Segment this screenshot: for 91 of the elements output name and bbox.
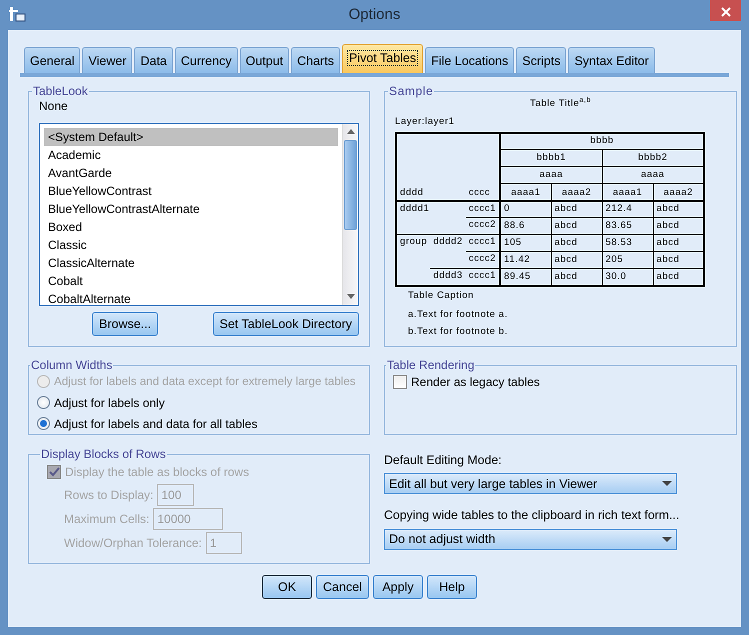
table-caption: Table Caption	[408, 288, 475, 302]
row-header: cccc1	[466, 234, 500, 252]
option-label: Render as legacy tables	[411, 374, 540, 391]
row-header: cccc2	[466, 252, 500, 268]
radio-button[interactable]	[37, 396, 50, 409]
list-item[interactable]: CobaltAlternate	[44, 290, 338, 308]
group-title: Table Rendering	[386, 359, 476, 371]
row-header: cccc1	[466, 268, 500, 286]
tab[interactable]: Data	[134, 47, 173, 73]
dimension-label: dddd	[396, 184, 466, 200]
column-header: bbbb1	[500, 150, 602, 166]
radio-button[interactable]	[37, 417, 50, 430]
group-title: Column Widths	[30, 359, 114, 371]
checkbox[interactable]	[393, 375, 407, 389]
group-title: TableLook	[32, 85, 89, 97]
list-item[interactable]: Boxed	[44, 218, 338, 236]
list-item[interactable]: ClassicAlternate	[44, 254, 338, 272]
row-header: dddd1	[396, 200, 466, 234]
tab[interactable]: Pivot Tables	[342, 44, 424, 73]
field-label: Rows to Display:	[64, 486, 154, 504]
table-cell: 0	[500, 200, 552, 218]
app-icon	[9, 6, 26, 22]
window-title: Options	[348, 4, 400, 25]
table-cell: abcd	[551, 218, 602, 234]
tab[interactable]: Currency	[174, 47, 238, 73]
table-cell: 58.53	[602, 234, 654, 252]
layer-label: Layer:layer1	[395, 115, 456, 130]
tab[interactable]: File Locations	[425, 47, 514, 73]
scroll-up-icon[interactable]	[346, 129, 354, 134]
caret-icon	[662, 536, 672, 542]
list-item[interactable]: Academic	[44, 146, 338, 164]
field-label: Copying wide tables to the clipboard in rich text form...	[384, 507, 680, 524]
table-cell: 105	[500, 234, 552, 252]
button[interactable]: Cancel	[316, 575, 369, 599]
row-header: cccc1	[466, 200, 500, 218]
dimension-label: cccc	[466, 184, 500, 200]
footnote: b.Text for footnote b.	[408, 325, 509, 339]
button[interactable]: Browse...	[92, 312, 158, 336]
button[interactable]: OK	[262, 575, 312, 599]
field-label: Maximum Cells:	[64, 510, 150, 528]
group-title: Sample	[388, 85, 434, 97]
table-cell: 205	[602, 252, 654, 268]
list-item[interactable]: BlueYellowContrast	[44, 182, 338, 200]
option-label: Adjust for labels and data except for extremely large tables	[54, 374, 356, 390]
list-item[interactable]: BlueYellowContrastAlternate	[44, 200, 338, 218]
table-cell: 88.6	[500, 218, 552, 234]
current-tablelook: None	[39, 98, 69, 115]
option-label: Display the table as blocks of rows	[65, 464, 250, 481]
column-header: aaaa1	[500, 184, 552, 200]
close-button[interactable]	[710, 0, 741, 21]
row-header: cccc2	[466, 218, 500, 234]
column-header: aaaa	[500, 166, 602, 184]
group-title: Display Blocks of Rows	[40, 448, 167, 460]
column-header: aaaa1	[602, 184, 654, 200]
option-label: Adjust for labels and data for all tables	[54, 416, 258, 432]
tab[interactable]: Scripts	[516, 47, 566, 73]
table-title: Table Title$^{a,b}$	[528, 97, 592, 111]
row-header: dddd2	[430, 234, 466, 268]
table-cell: 83.65	[602, 218, 654, 234]
tab[interactable]: General	[24, 47, 80, 73]
scroll-down-icon[interactable]	[346, 294, 354, 300]
field-label: Widow/Orphan Tolerance:	[64, 534, 202, 552]
dropdown[interactable]: Do not adjust width	[384, 528, 677, 550]
option-label: Adjust for labels only	[54, 394, 165, 412]
tab[interactable]: Output	[240, 47, 290, 73]
button[interactable]: Help	[426, 575, 477, 599]
field-label: Default Editing Mode:	[384, 452, 503, 469]
list-item[interactable]: Classic	[44, 236, 338, 254]
table-cell: abcd	[551, 252, 602, 268]
scrollbar[interactable]	[342, 124, 358, 305]
row-header: dddd3	[430, 268, 466, 286]
list-item[interactable]: <System Default>	[44, 128, 338, 146]
column-header: aaaa2	[551, 184, 602, 200]
tab[interactable]: Viewer	[82, 47, 132, 73]
list-item[interactable]: AvantGarde	[44, 164, 338, 182]
table-cell: abcd	[551, 234, 602, 252]
table-cell: 212.4	[602, 200, 654, 218]
button[interactable]: Set TableLook Directory	[212, 312, 359, 336]
row-header: group	[396, 234, 430, 286]
caret-icon	[662, 481, 672, 486]
scroll-thumb[interactable]	[344, 140, 357, 230]
dropdown[interactable]: Edit all but very large tables in Viewer	[384, 473, 677, 494]
list-item[interactable]: Cobalt	[44, 272, 338, 290]
footnote: a.Text for footnote a.	[408, 308, 509, 322]
check-icon	[48, 467, 60, 477]
tab[interactable]: Charts	[291, 47, 340, 73]
button[interactable]: Apply	[372, 575, 423, 599]
table-cell: abcd	[551, 200, 602, 218]
close-icon	[720, 6, 730, 17]
table-cell: 11.42	[500, 252, 552, 268]
tab[interactable]: Syntax Editor	[568, 47, 655, 73]
